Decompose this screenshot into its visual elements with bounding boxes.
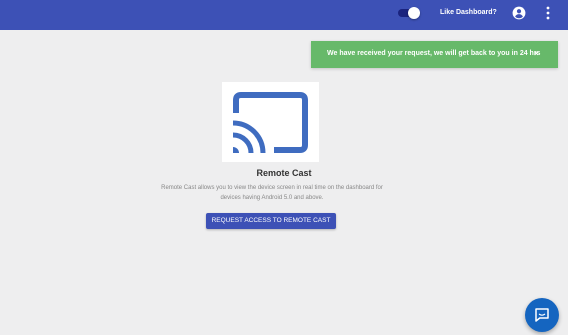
request-access-button[interactable]: REQUEST ACCESS TO REMOTE CAST — [206, 213, 336, 229]
chat-fab[interactable] — [525, 298, 559, 332]
more-vert-icon[interactable] — [545, 6, 551, 20]
toast-message: We have received your request, we will g… — [327, 50, 541, 57]
toggle-thumb — [408, 7, 420, 19]
cast-icon-card — [222, 82, 319, 162]
like-dashboard-link[interactable]: Like Dashboard? — [440, 9, 497, 16]
chat-icon — [535, 308, 549, 322]
like-dashboard-toggle[interactable] — [398, 7, 420, 19]
toast-close-button[interactable]: × — [534, 49, 539, 58]
success-toast: We have received your request, we will g… — [311, 41, 558, 68]
feature-description: Remote Cast allows you to view the devic… — [161, 185, 383, 201]
account-circle-icon[interactable] — [512, 6, 526, 20]
feature-title: Remote Cast — [256, 168, 312, 178]
top-app-bar: Like Dashboard? — [0, 0, 568, 30]
cast-icon — [232, 92, 308, 154]
